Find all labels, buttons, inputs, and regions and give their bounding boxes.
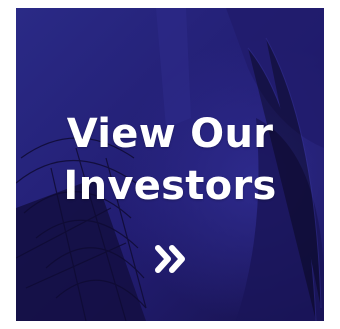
card-title-line-2: Investors [63, 163, 277, 209]
card-title-line-1: View Our [66, 111, 274, 157]
view-investors-card[interactable]: View Our Investors [16, 8, 324, 321]
double-chevron-right-icon[interactable] [155, 244, 189, 274]
card-title: View Our Investors [16, 108, 324, 212]
